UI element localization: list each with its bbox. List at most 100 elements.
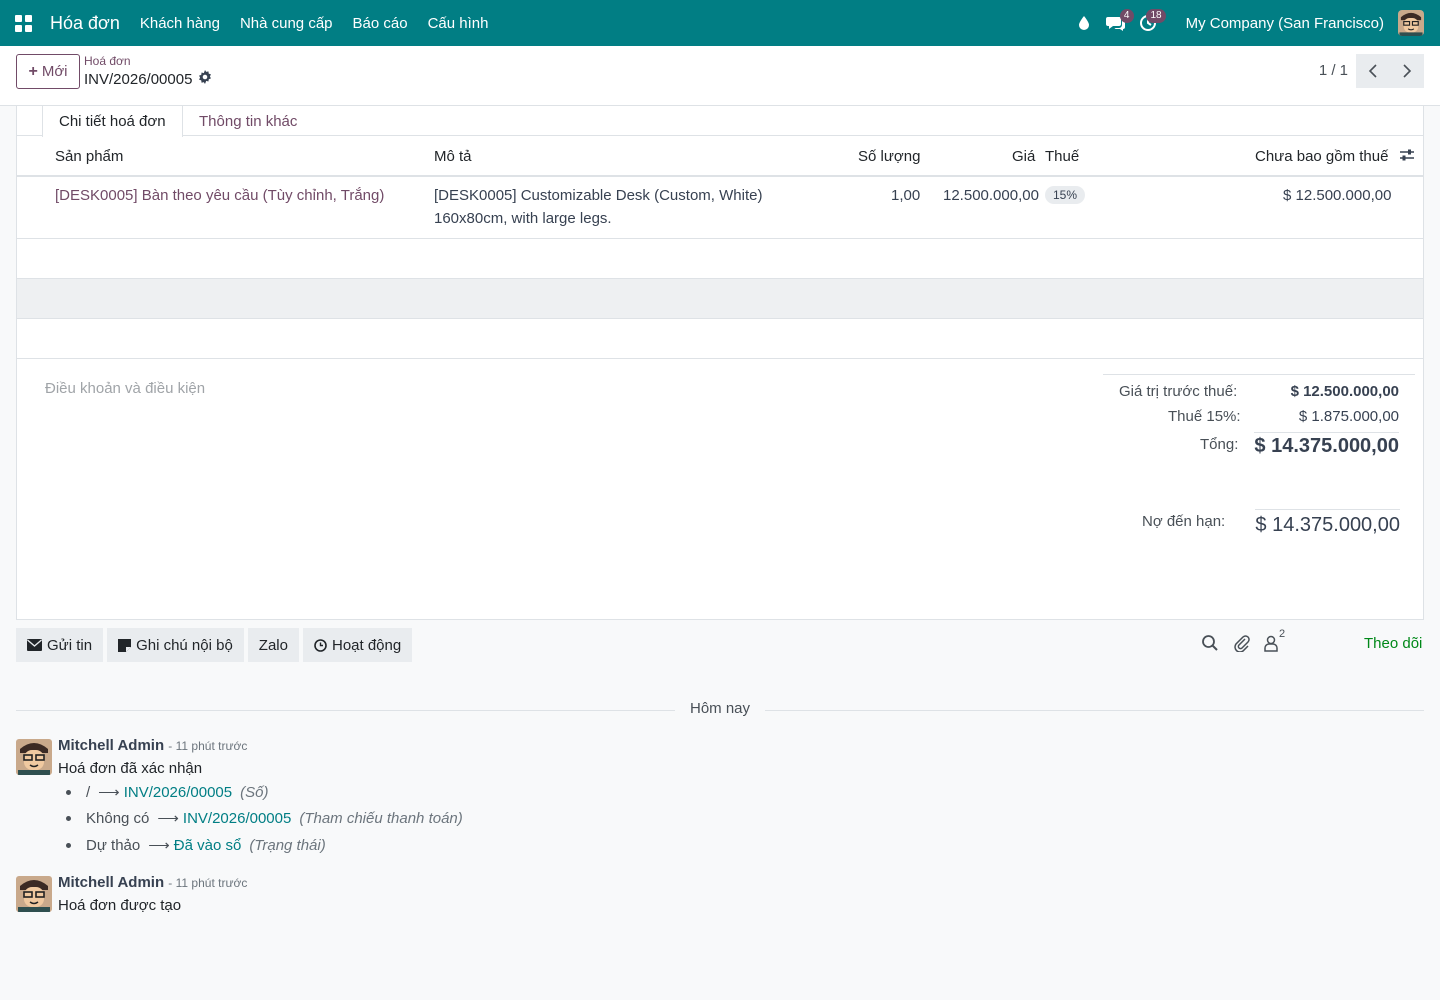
total-value: $ 14.375.000,00 — [1254, 432, 1399, 458]
tab-invoice-lines[interactable]: Chi tiết hoá đơn — [42, 106, 183, 137]
totals-summary: Giá trị trước thuế: $ 12.500.000,00 Thuế… — [1103, 374, 1415, 536]
invoice-lines-header: Sản phẩm Mô tả Số lượng Giá Thuế Chưa ba… — [17, 136, 1423, 177]
tracking-new: INV/2026/00005 — [182, 809, 292, 827]
arrow-right-icon: ⟶ — [157, 810, 179, 827]
paperclip-icon[interactable] — [1233, 634, 1251, 652]
send-message-label: Gửi tin — [47, 636, 93, 654]
chatter-toolbar: Gửi tin Ghi chú nội bộ Zalo Hoạt động — [16, 628, 413, 662]
message-body: Hoá đơn đã xác nhận — [58, 760, 203, 777]
tracking-new: INV/2026/00005 — [123, 783, 233, 801]
tracking-old: Dự thảo — [86, 836, 141, 854]
tracking-field: (Tham chiếu thanh toán) — [299, 809, 463, 827]
gear-icon[interactable] — [198, 70, 212, 88]
menu-configuration[interactable]: Cấu hình — [418, 0, 499, 46]
avatar[interactable] — [16, 876, 52, 912]
empty-row[interactable] — [17, 239, 1423, 279]
optional-columns-icon[interactable] — [1399, 147, 1415, 167]
message-author[interactable]: Mitchell Admin - 11 phút trước — [58, 737, 247, 754]
zalo-button[interactable]: Zalo — [247, 628, 299, 662]
arrow-right-icon: ⟶ — [98, 784, 120, 801]
line-price: 12.500.000,00 — [943, 187, 1039, 204]
message-author[interactable]: Mitchell Admin - 11 phút trước — [58, 874, 247, 891]
user-icon — [1264, 635, 1278, 652]
column-tax[interactable]: Thuế — [1045, 148, 1079, 165]
line-product[interactable]: [DESK0005] Bàn theo yêu cầu (Tùy chỉnh, … — [55, 187, 384, 204]
plus-icon: + — [28, 62, 38, 80]
empty-row[interactable] — [17, 319, 1423, 359]
clock-icon — [314, 638, 327, 652]
line-quantity: 1,00 — [891, 187, 921, 204]
untaxed-label: Giá trị trước thuế: — [1119, 383, 1238, 400]
new-button-label: Mới — [41, 63, 68, 80]
message-time: - 11 phút trước — [168, 739, 248, 753]
send-message-button[interactable]: Gửi tin — [16, 628, 104, 662]
droplet-icon[interactable] — [1068, 0, 1100, 46]
invoice-line-row[interactable]: [DESK0005] Bàn theo yêu cầu (Tùy chỉnh, … — [17, 178, 1423, 239]
chat-icon[interactable]: 4 — [1100, 0, 1134, 46]
column-quantity[interactable]: Số lượng — [858, 148, 920, 165]
note-icon — [118, 638, 132, 652]
follow-button[interactable]: Theo dõi — [1364, 635, 1422, 652]
amount-due-label: Nợ đến hạn: — [1142, 513, 1226, 530]
apps-menu-icon[interactable] — [0, 0, 46, 46]
line-description-1: [DESK0005] Customizable Desk (Custom, Wh… — [434, 187, 763, 204]
day-separator-label: Hôm nay — [675, 700, 765, 717]
search-messages-icon[interactable] — [1201, 634, 1219, 652]
tracking-value: Không có ⟶ INV/2026/00005 (Tham chiếu th… — [66, 809, 463, 827]
followers-button[interactable]: 2 — [1263, 628, 1285, 652]
untaxed-value: $ 12.500.000,00 — [1290, 383, 1399, 400]
empty-row[interactable] — [17, 279, 1423, 319]
tracking-new: Đã vào sổ — [173, 836, 242, 854]
message-body: Hoá đơn được tạo — [58, 897, 182, 914]
total-label: Tổng: — [1200, 436, 1239, 453]
breadcrumb-invoices[interactable]: Hoá đơn — [84, 54, 131, 68]
tracking-field: (Số) — [240, 783, 269, 801]
menu-reporting[interactable]: Báo cáo — [343, 0, 418, 46]
column-description[interactable]: Mô tả — [434, 148, 472, 165]
record-name: INV/2026/00005 — [84, 70, 193, 88]
invoice-sheet: Chi tiết hoá đơn Thông tin khác Sản phẩm… — [16, 106, 1424, 620]
schedule-activity-button[interactable]: Hoạt động — [302, 628, 413, 662]
avatar[interactable] — [16, 739, 52, 775]
terms-conditions-field[interactable]: Điều khoản và điều kiện — [45, 380, 205, 397]
followers-count: 2 — [1279, 628, 1286, 640]
record-title: INV/2026/00005 — [84, 70, 212, 88]
chevron-left-icon — [1368, 64, 1377, 78]
notebook-tabs: Chi tiết hoá đơn Thông tin khác — [17, 106, 1423, 137]
arrow-right-icon: ⟶ — [148, 837, 170, 854]
message-time: - 11 phút trước — [168, 876, 248, 890]
line-tax-badge: 15% — [1045, 186, 1086, 204]
tracking-field: (Trạng thái) — [249, 836, 326, 854]
new-button[interactable]: + Mới — [16, 54, 80, 89]
author-name[interactable]: Mitchell Admin — [58, 737, 164, 754]
pager-previous-button[interactable] — [1356, 54, 1390, 88]
menu-customers[interactable]: Khách hàng — [130, 0, 230, 46]
activity-count-badge: 18 — [1146, 9, 1166, 23]
column-subtotal[interactable]: Chưa bao gồm thuế — [1255, 148, 1388, 165]
tab-other-info[interactable]: Thông tin khác — [183, 106, 313, 136]
log-note-button[interactable]: Ghi chú nội bộ — [107, 628, 244, 662]
column-product[interactable]: Sản phẩm — [55, 148, 123, 165]
app-name[interactable]: Hóa đơn — [50, 13, 120, 34]
menu-vendors[interactable]: Nhà cung cấp — [230, 0, 343, 46]
tracking-old: / — [86, 783, 91, 801]
author-name[interactable]: Mitchell Admin — [58, 874, 164, 891]
envelope-icon — [27, 639, 42, 651]
tracking-value: Dự thảo ⟶ Đã vào sổ (Trạng thái) — [66, 836, 326, 854]
line-description-2: 160x80cm, with large legs. — [434, 210, 612, 227]
activity-clock-icon[interactable]: 18 — [1132, 0, 1166, 46]
main-navbar: Hóa đơn Khách hàng Nhà cung cấp Báo cáo … — [0, 0, 1440, 46]
chevron-right-icon — [1403, 64, 1412, 78]
amount-due-value: $ 14.375.000,00 — [1255, 509, 1400, 537]
user-avatar[interactable] — [1398, 10, 1424, 36]
tracking-value: / ⟶ INV/2026/00005 (Số) — [66, 783, 268, 801]
company-switcher[interactable]: My Company (San Francisco) — [1186, 15, 1384, 32]
pager-value[interactable]: 1 / 1 — [1319, 62, 1348, 79]
tracking-old: Không có — [86, 809, 150, 827]
pager-next-button[interactable] — [1390, 54, 1424, 88]
line-subtotal: $ 12.500.000,00 — [1283, 187, 1392, 204]
zalo-label: Zalo — [258, 636, 288, 654]
log-note-label: Ghi chú nội bộ — [136, 636, 233, 654]
tax-label: Thuế 15%: — [1168, 408, 1241, 425]
column-price[interactable]: Giá — [1012, 148, 1035, 165]
